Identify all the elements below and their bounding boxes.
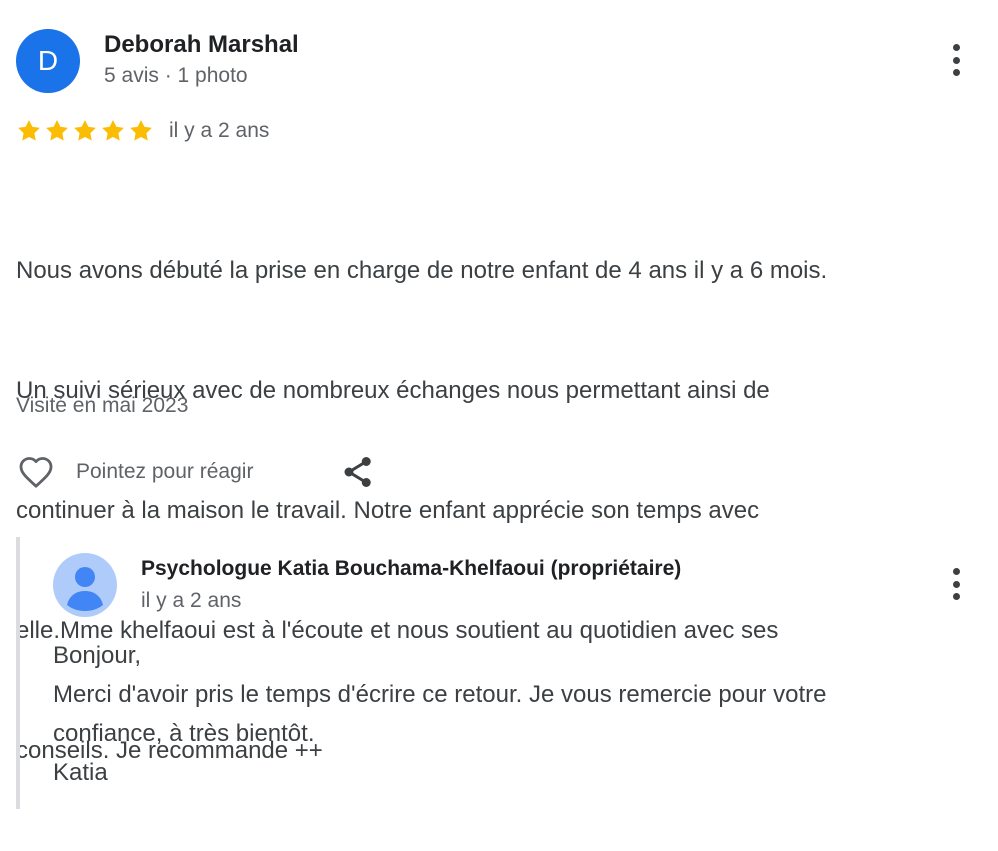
author-name[interactable]: Deborah Marshal <box>104 31 299 59</box>
reply-text-line: Merci d'avoir pris le temps d'écrire ce … <box>53 681 827 708</box>
heart-outline-icon <box>19 457 53 488</box>
review-time: il y a 2 ans <box>169 119 270 142</box>
share-button[interactable] <box>340 454 376 490</box>
more-vert-icon-dot <box>952 593 960 600</box>
star-icon <box>74 119 96 141</box>
author-avatar[interactable]: D <box>16 29 80 93</box>
star-icon <box>18 119 40 141</box>
review-text-line: Nous avons débuté la prise en charge de … <box>16 257 828 284</box>
star-icon <box>102 119 124 141</box>
more-vert-icon-dot <box>952 580 960 588</box>
owner-name[interactable]: Psychologue Katia Bouchama-Khelfaoui (pr… <box>141 557 681 581</box>
owner-reply-text: Bonjour, Merci d'avoir pris le temps d'é… <box>53 636 983 792</box>
reply-text-line: Bonjour, <box>53 642 142 669</box>
reply-text-line: confiance, à très bientôt. <box>53 720 315 747</box>
author-initial: D <box>37 45 59 76</box>
react-button[interactable]: Pointez pour réagir <box>16 452 253 492</box>
star-rating <box>16 118 154 144</box>
rating-row: il y a 2 ans <box>16 116 269 146</box>
review-text-line: continuer à la maison le travail. Notre … <box>16 497 760 524</box>
more-vert-icon-dot <box>952 69 960 76</box>
review-card: D Deborah Marshal 5 avis · 1 photo il y … <box>0 0 998 822</box>
owner-reply-time: il y a 2 ans <box>141 589 242 612</box>
share-icon <box>344 457 371 487</box>
star-icon <box>130 119 152 141</box>
more-vert-icon-dot <box>952 56 960 64</box>
star-icon <box>46 119 68 141</box>
reply-more-options-button[interactable] <box>944 564 968 604</box>
react-label: Pointez pour réagir <box>76 460 254 483</box>
more-vert-icon <box>952 568 960 575</box>
more-options-button[interactable] <box>944 40 968 80</box>
author-meta: 5 avis · 1 photo <box>104 64 248 87</box>
more-vert-icon <box>952 44 960 51</box>
reply-text-line: Katia <box>53 759 108 786</box>
person-avatar-icon[interactable] <box>53 553 117 617</box>
visited-date: Visité en mai 2023 <box>16 394 189 417</box>
